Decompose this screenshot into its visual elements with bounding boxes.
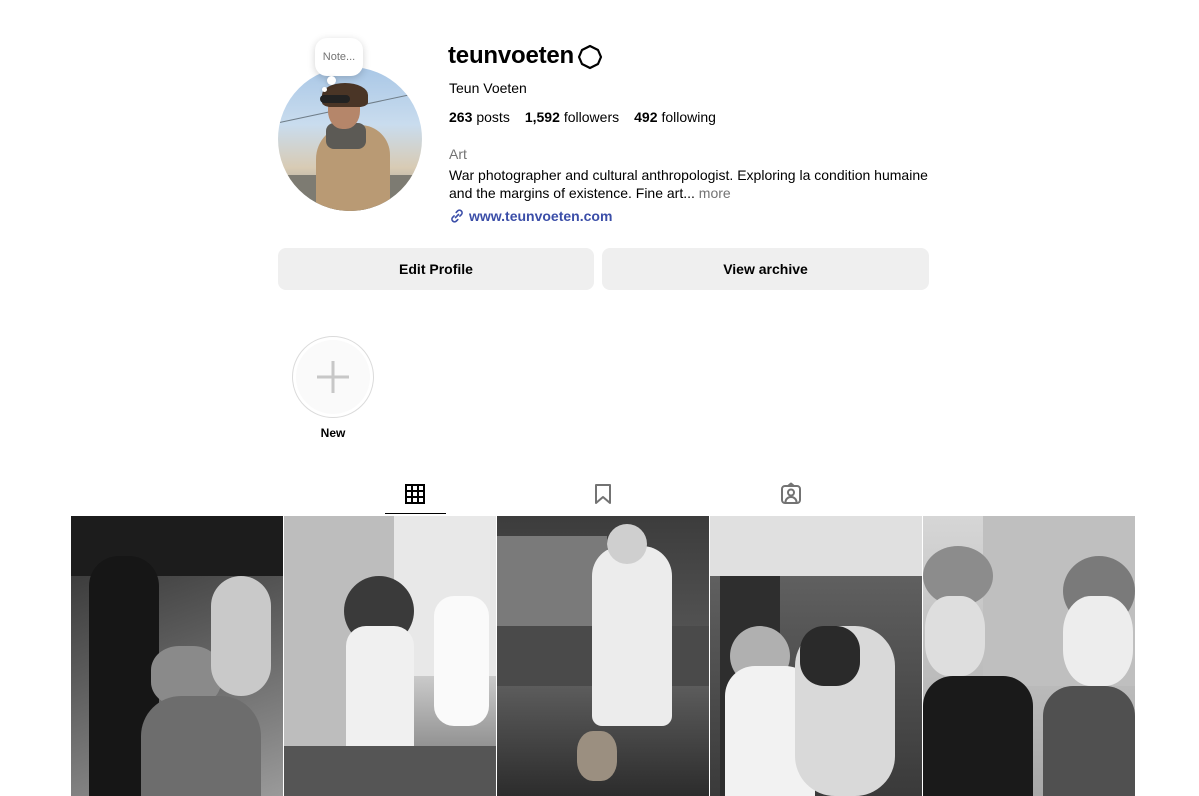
active-tab-indicator: [385, 513, 446, 514]
note-bubble-tail-small: [322, 87, 327, 92]
threads-icon[interactable]: [577, 44, 603, 70]
note-bubble-tail: [327, 76, 336, 85]
post-tile[interactable]: [923, 516, 1135, 796]
bookmark-icon[interactable]: [591, 482, 615, 506]
note-text: Note...: [322, 51, 356, 63]
posts-grid: [71, 516, 1135, 796]
new-highlight-label: New: [320, 426, 346, 440]
post-tile[interactable]: [284, 516, 496, 796]
post-tile[interactable]: [497, 516, 709, 796]
profile-category: Art: [449, 146, 467, 162]
note-bubble[interactable]: Note...: [315, 38, 363, 76]
profile-username: teunvoeten: [448, 42, 575, 69]
profile-website[interactable]: www.teunvoeten.com: [449, 208, 612, 224]
post-tile[interactable]: [71, 516, 283, 796]
profile-stats: 263 posts 1,592 followers 492 following: [449, 109, 716, 125]
edit-profile-button[interactable]: Edit Profile: [278, 248, 594, 290]
following-stat[interactable]: 492 following: [634, 109, 716, 125]
profile-avatar[interactable]: [278, 67, 422, 211]
grid-icon[interactable]: [403, 482, 427, 506]
profile-bio: War photographer and cultural anthropolo…: [449, 166, 949, 202]
profile-full-name: Teun Voeten: [449, 80, 527, 96]
posts-stat: 263 posts: [449, 109, 510, 125]
plus-icon: [317, 361, 349, 393]
website-link[interactable]: www.teunvoeten.com: [469, 208, 612, 224]
view-archive-button[interactable]: View archive: [602, 248, 929, 290]
bio-text: War photographer and cultural anthropolo…: [449, 167, 928, 201]
new-highlight-button[interactable]: [292, 336, 374, 418]
tagged-icon[interactable]: [779, 482, 803, 506]
bio-more-link[interactable]: more: [699, 185, 731, 201]
post-tile[interactable]: [710, 516, 922, 796]
followers-stat[interactable]: 1,592 followers: [525, 109, 619, 125]
link-icon: [451, 209, 463, 223]
